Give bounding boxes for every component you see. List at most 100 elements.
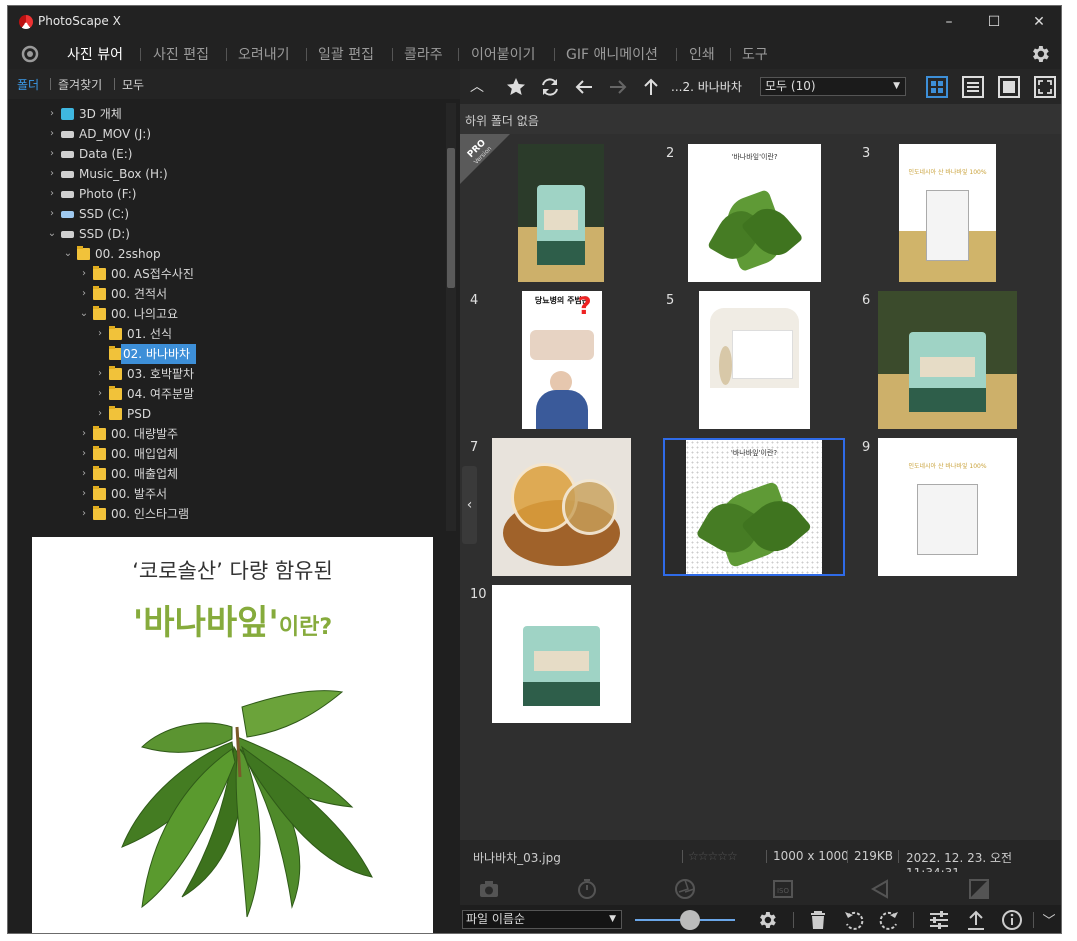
chevron-right-icon[interactable] (94, 344, 106, 364)
settings-gear-icon[interactable] (1029, 43, 1051, 65)
menu-photo-edit[interactable]: 사진 편집 (153, 44, 209, 64)
thumbnail-caption: '바나바잎'이란? (731, 153, 778, 162)
list-view-icon[interactable] (962, 76, 984, 98)
menu-collage[interactable]: 콜라주 (404, 44, 443, 64)
chevron-right-icon[interactable]: › (46, 144, 58, 164)
thumbnail-number: 6 (862, 293, 871, 308)
menu-batch-edit[interactable]: 일괄 편집 (318, 44, 374, 64)
folder-icon (93, 266, 106, 280)
menu-gif-animation[interactable]: GIF 애니메이션 (566, 44, 658, 64)
menu-print[interactable]: 인쇄 (689, 44, 715, 64)
chevron-right-icon[interactable]: › (94, 364, 106, 384)
parent-folder-up-icon[interactable] (640, 76, 662, 98)
menu-photo-viewer[interactable]: 사진 뷰어 (67, 44, 123, 64)
maximize-button[interactable]: ☐ (971, 6, 1017, 38)
folder-icon (77, 246, 90, 260)
chevron-right-icon[interactable]: › (46, 104, 58, 124)
chevron-right-icon[interactable]: › (46, 184, 58, 204)
menu-combine[interactable]: 이어붙이기 (471, 44, 535, 64)
chevron-right-icon[interactable]: › (78, 264, 90, 284)
folder-tree: › 3D 개체 › AD_MOV (J:) › Data (E:) › Music_Box (… (8, 103, 446, 531)
thumbnail-size-slider-knob[interactable] (680, 910, 700, 930)
tree-item-label: 00. 매입업체 (111, 447, 179, 461)
status-dimensions: 1000 x 1000 (773, 849, 849, 863)
current-path: ...2. 바나바차 (671, 80, 742, 94)
info-icon[interactable] (1001, 909, 1023, 931)
collapse-up-icon[interactable]: ︿ (466, 76, 488, 98)
chevron-right-icon[interactable]: › (94, 384, 106, 404)
close-button[interactable]: ✕ (1016, 6, 1061, 38)
forward-arrow-icon[interactable] (607, 76, 629, 98)
leaf-illustration (121, 690, 373, 918)
thumbnail-settings-gear-icon[interactable] (756, 909, 778, 931)
share-upload-icon[interactable] (965, 909, 987, 931)
browser-toolbar: ︿ ...2. 바나바차 모두 (10) ▼ (460, 69, 1061, 104)
tree-item-label: 02. 바나바차 (121, 344, 197, 364)
back-arrow-icon[interactable] (573, 76, 595, 98)
menu-tools[interactable]: 도구 (742, 44, 768, 64)
thumbnail-image[interactable] (518, 144, 604, 282)
thumbnail-image[interactable]: 인도네시아 산 바나바잎 100% (878, 438, 1017, 576)
tab-all[interactable]: 모두 (122, 76, 144, 93)
chevron-right-icon[interactable]: › (78, 444, 90, 464)
photoscape-home-icon[interactable] (20, 44, 40, 64)
fullscreen-icon[interactable] (1034, 76, 1056, 98)
delete-trash-icon[interactable] (807, 909, 829, 931)
window-title: PhotoScape X (38, 14, 121, 28)
chevron-right-icon[interactable]: › (78, 284, 90, 304)
thumbnail-number: 4 (470, 293, 479, 308)
thumbnail-image[interactable]: 당뇨병의 주범은? (522, 291, 602, 429)
refresh-icon[interactable] (539, 76, 561, 98)
folder-icon (93, 506, 106, 520)
thumbnail-image[interactable]: '바나바잎'이란? (688, 144, 821, 282)
sort-order-select[interactable]: 파일 이름순 ▼ (462, 910, 622, 929)
chevron-right-icon[interactable]: › (46, 124, 58, 144)
thumbnail-image[interactable] (699, 291, 810, 429)
single-view-icon[interactable] (998, 76, 1020, 98)
thumbnail-image[interactable] (878, 291, 1017, 429)
thumbnail-image[interactable] (492, 585, 631, 723)
chevron-right-icon[interactable]: › (46, 204, 58, 224)
aperture-icon[interactable] (674, 878, 696, 900)
chevron-right-icon[interactable]: › (78, 424, 90, 444)
tab-favorites[interactable]: 즐겨찾기 (58, 76, 102, 93)
exposure-icon[interactable] (968, 878, 990, 900)
app-window: PhotoScape X – ☐ ✕ 사진 뷰어 사진 편집 오려내기 일괄 편… (7, 5, 1062, 934)
chevron-down-icon[interactable]: ⌄ (78, 304, 90, 324)
chevron-right-icon[interactable]: › (78, 484, 90, 504)
minimize-button[interactable]: – (926, 6, 972, 38)
thumbnail-image[interactable]: 인도네시아 산 바나바잎 100% (899, 144, 996, 282)
tree-scrollbar-thumb[interactable] (447, 148, 455, 288)
adjust-sliders-icon[interactable] (928, 909, 950, 931)
expand-down-icon[interactable]: ﹀ (1039, 910, 1059, 930)
thumbnail-image[interactable] (492, 438, 631, 576)
favorite-star-icon[interactable] (505, 76, 527, 98)
tab-folder[interactable]: 폴더 (17, 76, 39, 93)
folder-icon (93, 426, 106, 440)
chevron-right-icon[interactable]: › (78, 464, 90, 484)
chevron-down-icon[interactable]: ⌄ (46, 224, 58, 244)
tree-item-label: SSD (C:) (79, 207, 130, 221)
grid-view-icon[interactable] (926, 76, 948, 98)
flash-mode-icon[interactable] (870, 878, 892, 900)
rotate-left-icon[interactable] (843, 909, 865, 931)
thumbnail-caption: 인도네시아 산 바나바잎 100% (908, 169, 987, 177)
status-rating-stars[interactable]: ☆☆☆☆☆ (688, 849, 738, 863)
chevron-right-icon[interactable]: › (78, 504, 90, 524)
drive-icon (61, 131, 74, 138)
tree-scrollbar[interactable] (446, 103, 456, 531)
camera-icon[interactable] (478, 878, 500, 900)
file-filter-select[interactable]: 모두 (10) ▼ (760, 77, 906, 96)
folder-icon (109, 326, 122, 340)
rotate-right-icon[interactable] (878, 909, 900, 931)
timer-icon[interactable] (576, 878, 598, 900)
chevron-down-icon[interactable]: ⌄ (62, 244, 74, 264)
menu-cut-out[interactable]: 오려내기 (238, 44, 290, 64)
collapse-left-panel-button[interactable]: ‹ (462, 466, 477, 544)
tree-item-label: 00. 대량발주 (111, 427, 179, 441)
iso-icon[interactable]: ISO (772, 878, 794, 900)
chevron-right-icon[interactable]: › (46, 164, 58, 184)
chevron-right-icon[interactable]: › (94, 324, 106, 344)
thumbnail-number: 3 (862, 146, 871, 161)
chevron-right-icon[interactable]: › (94, 404, 106, 424)
